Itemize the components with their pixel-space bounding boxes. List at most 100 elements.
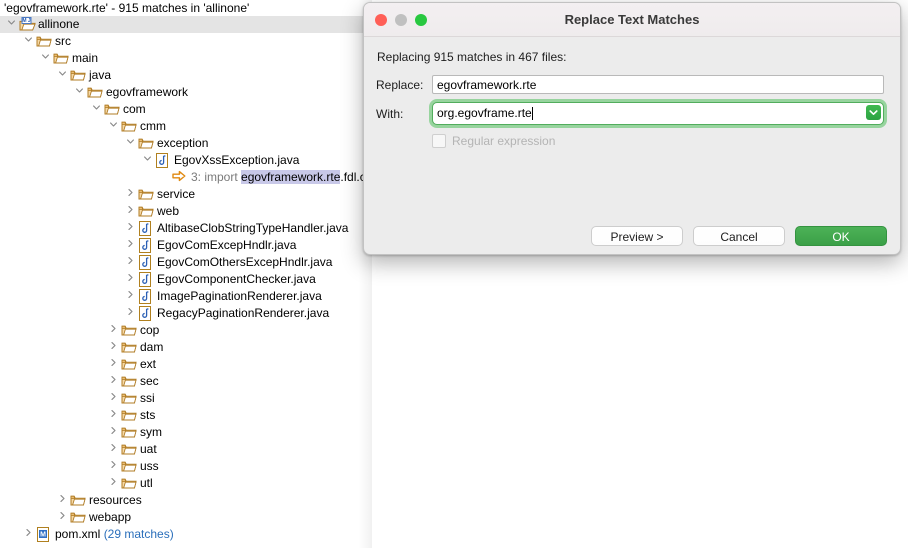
folder-icon — [121, 360, 137, 374]
regular-expression-row[interactable]: Regular expression — [432, 134, 884, 148]
chevron-down-icon[interactable] — [21, 33, 36, 50]
chevron-right-icon[interactable] — [123, 288, 138, 305]
maximize-button[interactable] — [415, 14, 427, 26]
tree-match-row[interactable]: 3: import egovframework.rte.fdl.cr — [0, 169, 372, 186]
chevron-right-icon[interactable] — [123, 254, 138, 271]
tree-row[interactable]: sec — [0, 373, 372, 390]
tree-row[interactable]: cmm — [0, 118, 372, 135]
chevron-right-icon[interactable] — [106, 407, 121, 424]
tree-row[interactable]: AltibaseClobStringTypeHandler.java — [0, 220, 372, 237]
chevron-down-icon[interactable] — [72, 84, 87, 101]
tree-row-label: EgovComOthersExcepHndlr.java — [157, 254, 332, 271]
svg-text:M J: M J — [22, 18, 31, 24]
minimize-button[interactable] — [395, 14, 407, 26]
tree-row[interactable]: uat — [0, 441, 372, 458]
with-dropdown-button[interactable] — [866, 105, 881, 120]
tree-row[interactable]: sts — [0, 407, 372, 424]
tree-row[interactable]: resources — [0, 492, 372, 509]
tree-row[interactable]: dam — [0, 339, 372, 356]
tree-row[interactable]: exception — [0, 135, 372, 152]
java-icon — [138, 306, 155, 322]
tree-row[interactable]: RegacyPaginationRenderer.java — [0, 305, 372, 322]
tree-row[interactable]: com — [0, 101, 372, 118]
replace-input[interactable]: egovframework.rte — [432, 75, 884, 94]
cancel-button[interactable]: Cancel — [693, 226, 785, 246]
replace-text-matches-dialog[interactable]: Replace Text Matches Replacing 915 match… — [363, 2, 901, 255]
chevron-right-icon[interactable] — [106, 458, 121, 475]
chevron-right-icon[interactable] — [123, 271, 138, 288]
chevron-right-icon[interactable] — [106, 441, 121, 458]
tree-row[interactable]: ssi — [0, 390, 372, 407]
folder-icon — [121, 340, 138, 356]
chevron-right-icon[interactable] — [123, 203, 138, 220]
chevron-down-icon[interactable] — [123, 135, 138, 152]
chevron-down-icon[interactable] — [38, 50, 53, 67]
tree-row-label: uat — [140, 441, 157, 458]
ok-button[interactable]: OK — [795, 226, 887, 246]
chevron-right-icon[interactable] — [106, 475, 121, 492]
tree-row[interactable]: egovframework — [0, 84, 372, 101]
tree-row[interactable]: Mpom.xml (29 matches) — [0, 526, 372, 543]
chevron-down-icon[interactable] — [106, 118, 121, 135]
chevron-right-icon[interactable] — [106, 339, 121, 356]
chevron-right-icon[interactable] — [123, 220, 138, 237]
tree-row[interactable]: service — [0, 186, 372, 203]
tree-row-label: java — [89, 67, 111, 84]
chevron-down-icon[interactable] — [55, 67, 70, 84]
chevron-right-icon[interactable] — [106, 373, 121, 390]
search-results-panel[interactable]: 'egovframework.rte' - 915 matches in 'al… — [0, 0, 372, 548]
with-field-row: With: org.egovframe.rte — [376, 102, 884, 125]
tree-row[interactable]: M Jallinone — [0, 16, 372, 33]
folder-icon — [87, 85, 104, 101]
replace-field-row: Replace: egovframework.rte — [376, 75, 884, 94]
tree-row[interactable]: utl — [0, 475, 372, 492]
folder-icon — [36, 37, 52, 51]
preview-button[interactable]: Preview > — [591, 226, 683, 246]
java-icon — [138, 289, 155, 305]
chevron-down-icon[interactable] — [4, 16, 19, 33]
tree-row[interactable]: EgovComponentChecker.java — [0, 271, 372, 288]
tree-row[interactable]: sym — [0, 424, 372, 441]
java-file-icon — [138, 225, 152, 239]
tree-row[interactable]: EgovComOthersExcepHndlr.java — [0, 254, 372, 271]
chevron-right-icon[interactable] — [106, 424, 121, 441]
tree-row[interactable]: uss — [0, 458, 372, 475]
chevron-right-icon[interactable] — [55, 509, 70, 526]
chevron-right-icon[interactable] — [106, 322, 121, 339]
chevron-down-icon[interactable] — [140, 152, 155, 169]
tree-row[interactable]: main — [0, 50, 372, 67]
regular-expression-checkbox[interactable] — [432, 134, 446, 148]
folder-icon — [138, 136, 155, 152]
tree-row[interactable]: ImagePaginationRenderer.java — [0, 288, 372, 305]
chevron-right-icon[interactable] — [55, 492, 70, 509]
chevron-right-icon[interactable] — [21, 526, 36, 543]
with-combobox[interactable]: org.egovframe.rte — [432, 102, 884, 125]
tree-row[interactable]: cop — [0, 322, 372, 339]
chevron-right-icon[interactable] — [123, 186, 138, 203]
folder-icon — [87, 88, 103, 102]
tree-row[interactable]: web — [0, 203, 372, 220]
tree-row-label: exception — [157, 135, 208, 152]
java-file-icon — [138, 276, 152, 290]
chevron-right-icon[interactable] — [106, 356, 121, 373]
text-caret — [532, 107, 533, 120]
search-results-tree[interactable]: M Jallinonesrcmainjavaegovframeworkcomcm… — [0, 16, 372, 543]
close-button[interactable] — [375, 14, 387, 26]
project-icon: M J — [19, 21, 36, 35]
maven-icon: M — [36, 527, 53, 543]
chevron-right-icon[interactable] — [123, 305, 138, 322]
tree-row[interactable]: ext — [0, 356, 372, 373]
chevron-right-icon[interactable] — [106, 390, 121, 407]
tree-row[interactable]: EgovXssException.java — [0, 152, 372, 169]
tree-row-label: RegacyPaginationRenderer.java — [157, 305, 329, 322]
chevron-right-icon[interactable] — [123, 237, 138, 254]
tree-row[interactable]: src — [0, 33, 372, 50]
tree-row[interactable]: java — [0, 67, 372, 84]
search-results-header: 'egovframework.rte' - 915 matches in 'al… — [0, 0, 372, 16]
folder-icon — [121, 462, 137, 476]
with-input[interactable]: org.egovframe.rte — [433, 103, 532, 124]
tree-row[interactable]: EgovComExcepHndlr.java — [0, 237, 372, 254]
tree-row[interactable]: webapp — [0, 509, 372, 526]
folder-icon — [70, 71, 86, 85]
chevron-down-icon[interactable] — [89, 101, 104, 118]
